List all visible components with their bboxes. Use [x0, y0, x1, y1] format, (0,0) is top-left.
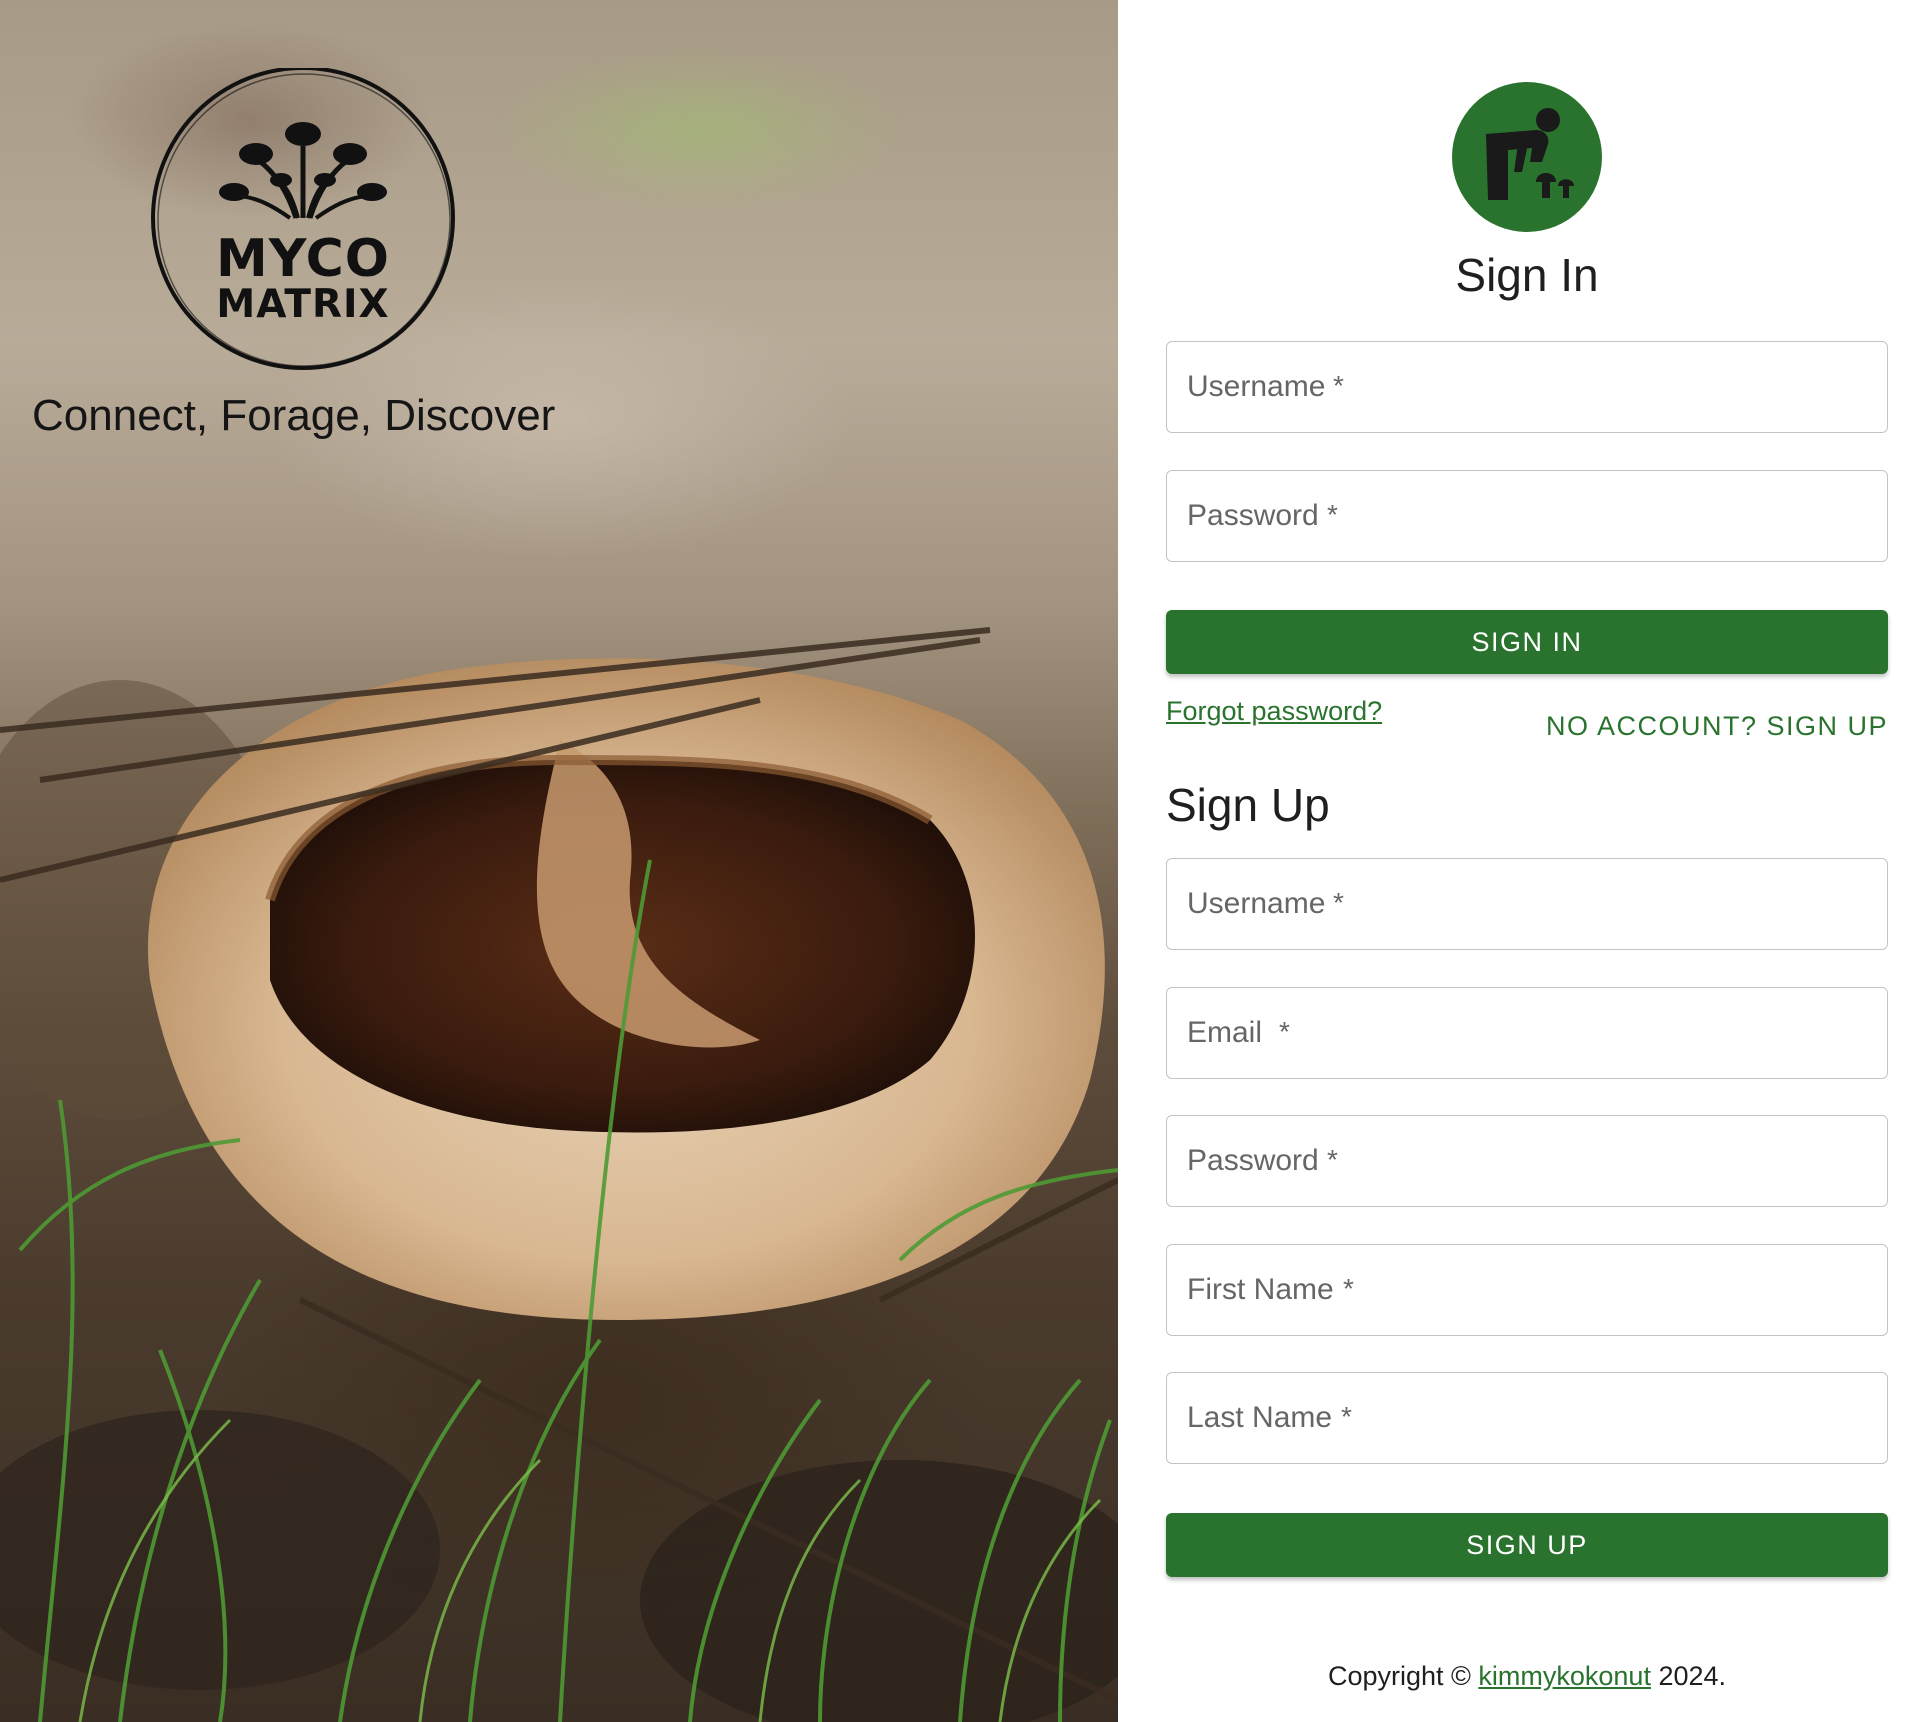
signup-password-field[interactable]: *	[1166, 1115, 1888, 1207]
signin-username-field[interactable]: *	[1166, 341, 1888, 433]
copyright-footer: Copyright © kimmykokonut 2024.	[1118, 1661, 1908, 1692]
signin-username-input[interactable]	[1167, 342, 1887, 432]
signin-password-input[interactable]	[1167, 471, 1887, 561]
signin-title: Sign In	[1455, 249, 1599, 301]
copyright-suffix: 2024.	[1650, 1661, 1727, 1691]
signin-password-field[interactable]: *	[1166, 470, 1888, 562]
signup-password-input[interactable]	[1167, 1116, 1887, 1206]
signin-button[interactable]: SIGN IN	[1166, 610, 1888, 674]
forager-mushroom-icon	[1452, 82, 1602, 232]
logo-text-myco: MYCO	[216, 229, 390, 289]
author-link[interactable]: kimmykokonut	[1478, 1661, 1651, 1691]
forgot-password-link[interactable]: Forgot password?	[1166, 696, 1382, 727]
signup-username-field[interactable]: *	[1166, 858, 1888, 950]
signup-firstname-input[interactable]	[1167, 1245, 1887, 1335]
no-account-signup-link[interactable]: NO ACCOUNT? SIGN UP	[1546, 711, 1888, 742]
tagline: Connect, Forage, Discover	[32, 391, 556, 440]
signup-lastname-input[interactable]	[1167, 1373, 1887, 1463]
copyright-prefix: Copyright ©	[1327, 1661, 1479, 1691]
mushroom-cluster-icon	[151, 68, 455, 370]
signup-email-input[interactable]	[1167, 988, 1887, 1078]
myco-matrix-logo: MYCO MATRIX	[148, 68, 458, 378]
signup-email-field[interactable]: *	[1166, 987, 1888, 1079]
hero-photo: MYCO MATRIX Connect, Forage, Discover	[0, 0, 1118, 1722]
signup-firstname-field[interactable]: *	[1166, 1244, 1888, 1336]
signup-username-input[interactable]	[1167, 859, 1887, 949]
logo-text-matrix: MATRIX	[216, 282, 390, 327]
signup-title: Sign Up	[1166, 779, 1330, 831]
signup-button[interactable]: SIGN UP	[1166, 1513, 1888, 1577]
auth-panel: Sign In * * SIGN IN Forgot password? NO …	[1118, 0, 1908, 1722]
forager-figure-icon	[1486, 108, 1574, 200]
signup-lastname-field[interactable]: *	[1166, 1372, 1888, 1464]
